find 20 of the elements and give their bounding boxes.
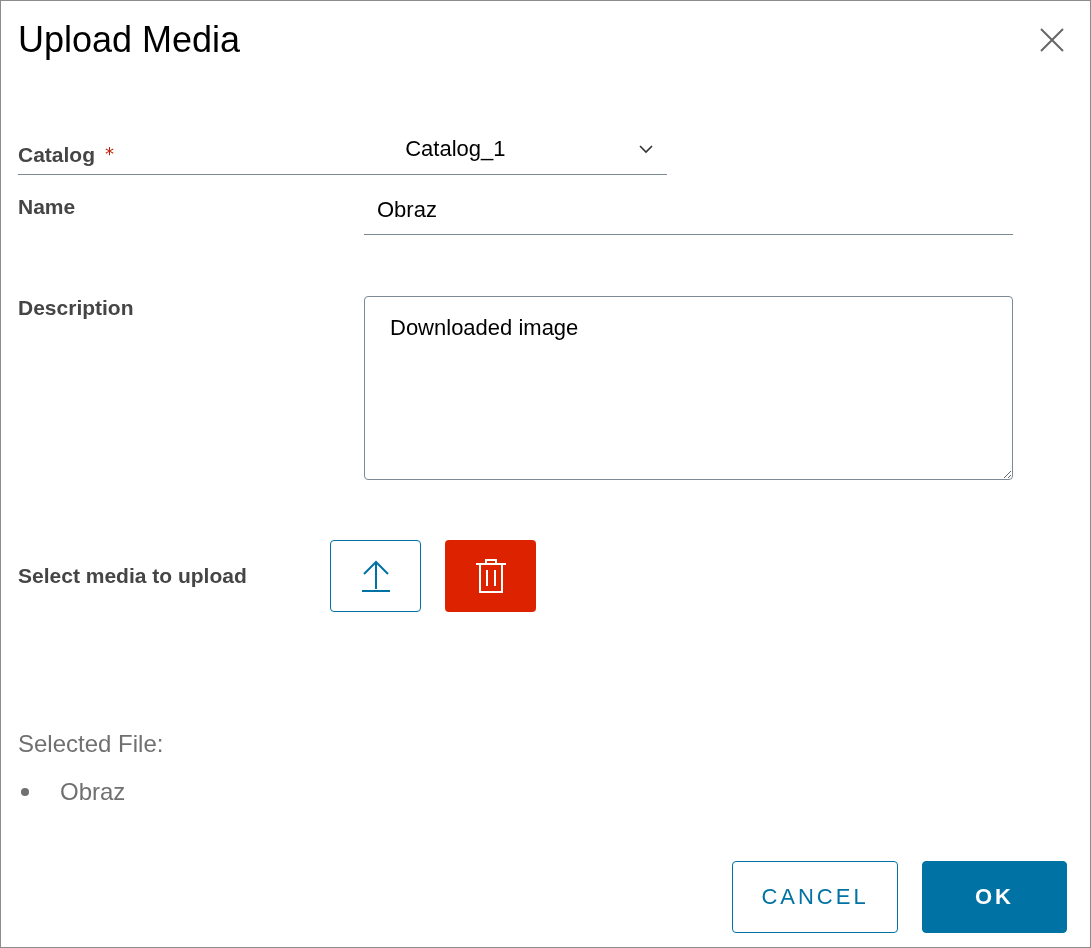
field-label: Name [18,195,76,219]
required-mark: * [105,142,114,166]
catalog-dropdown[interactable]: Catalog_1 [243,124,667,175]
upload-icon [359,559,392,593]
trash-icon [474,558,507,594]
field-label: Catalog [18,142,95,167]
dialog-title: Upload Media [18,19,241,61]
ok-button[interactable]: OK [922,861,1067,933]
upload-button[interactable] [330,540,421,612]
bullet-icon [21,788,29,796]
chevron-down-icon [639,144,653,154]
description-field[interactable]: Downloaded image [364,296,1013,480]
close-button[interactable] [1038,26,1066,54]
cancel-button[interactable]: CANCEL [732,861,898,933]
field-label: Description [18,296,134,320]
file-name: Obraz [60,778,126,806]
delete-button[interactable] [445,540,536,612]
field-label: Select media to upload [18,564,248,588]
close-icon [1039,27,1065,53]
selected-file-label: Selected File: [18,730,165,758]
